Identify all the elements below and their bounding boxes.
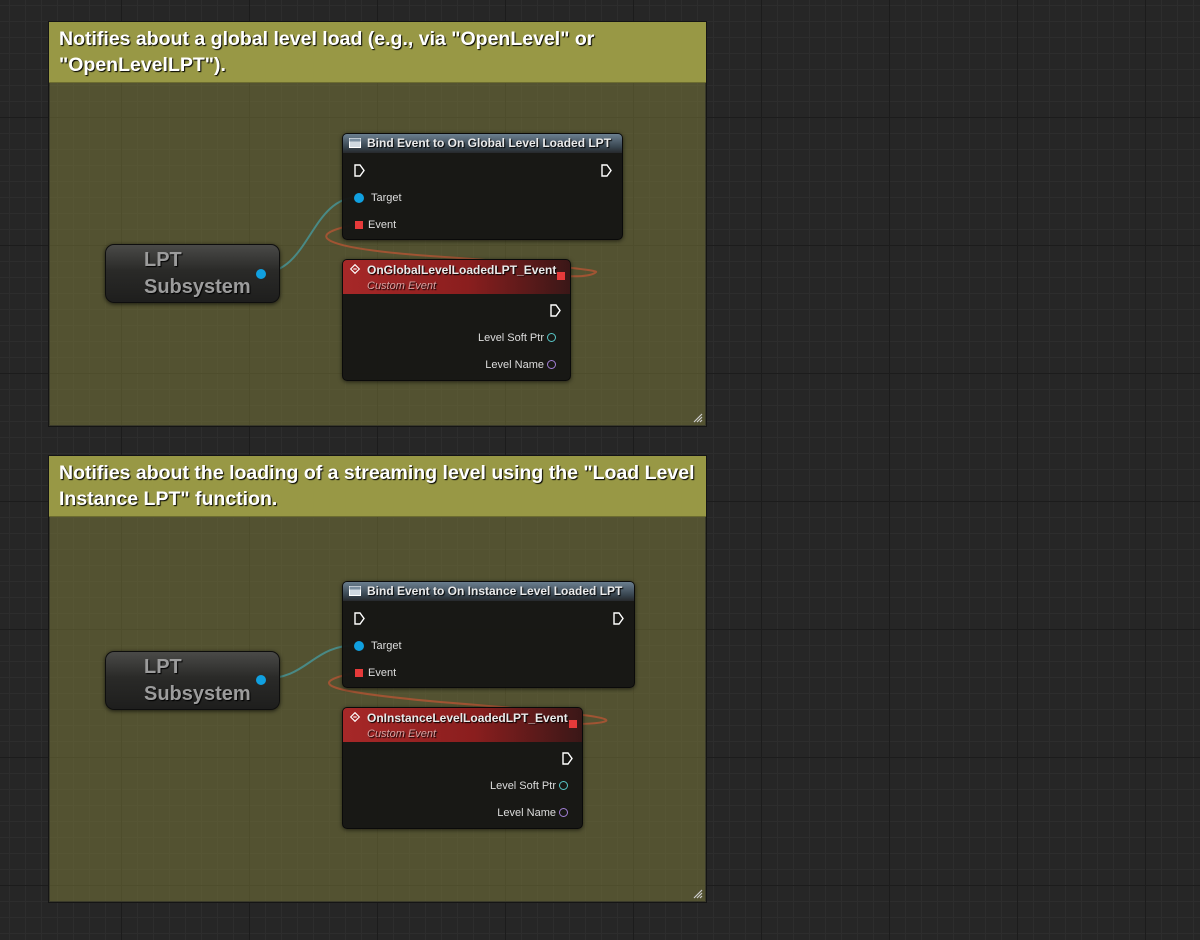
event-diamond-icon [349,712,361,722]
event-node-subtitle: Custom Event [367,728,437,740]
exec-in-pin[interactable] [354,612,365,625]
level-soft-ptr-label: Level Soft Ptr [477,332,544,344]
resize-grip-icon[interactable] [693,413,703,423]
bind-node-title: Bind Event to On Instance Level Loaded L… [367,584,623,598]
event-node-header: OnGlobalLevelLoadedLPT_Event Custom Even… [343,260,570,294]
comment-title[interactable]: Notifies about a global level load (e.g.… [49,22,706,83]
comment-title[interactable]: Notifies about the loading of a streamin… [49,456,706,517]
event-delegate-pin[interactable] [355,221,363,229]
bind-event-node[interactable]: Bind Event to On Instance Level Loaded L… [342,581,635,688]
target-pin-label: Target [371,192,402,204]
target-pin[interactable] [354,641,364,651]
exec-out-pin[interactable] [613,612,624,625]
exec-out-pin[interactable] [601,164,612,177]
event-delegate-out-pin[interactable] [569,720,577,728]
event-delegate-out-pin[interactable] [557,272,565,280]
function-icon [349,586,361,596]
level-soft-ptr-pin[interactable] [559,781,568,790]
bind-event-node[interactable]: Bind Event to On Global Level Loaded LPT… [342,133,623,240]
level-name-label: Level Name [485,359,544,371]
exec-in-pin[interactable] [354,164,365,177]
event-delegate-pin[interactable] [355,669,363,677]
event-node-title: OnInstanceLevelLoadedLPT_Event [367,711,568,725]
custom-event-node[interactable]: OnGlobalLevelLoadedLPT_Event Custom Even… [342,259,571,381]
subsystem-getter-node[interactable]: LPT Subsystem [105,651,280,710]
event-pin-label: Event [368,219,397,231]
subsystem-getter-node[interactable]: LPT Subsystem [105,244,280,303]
event-node-header: OnInstanceLevelLoadedLPT_Event Custom Ev… [343,708,582,742]
level-soft-ptr-pin[interactable] [547,333,556,342]
subsystem-label: LPT Subsystem [144,656,251,705]
event-pin-label: Event [368,667,397,679]
exec-out-pin[interactable] [550,304,561,317]
event-diamond-icon [349,264,361,274]
event-node-subtitle: Custom Event [367,280,437,292]
resize-grip-icon[interactable] [693,889,703,899]
subsystem-label: LPT Subsystem [144,249,251,298]
custom-event-node[interactable]: OnInstanceLevelLoadedLPT_Event Custom Ev… [342,707,583,829]
exec-out-pin[interactable] [562,752,573,765]
level-name-pin[interactable] [547,360,556,369]
bind-node-header: Bind Event to On Global Level Loaded LPT [343,134,622,153]
target-pin[interactable] [354,193,364,203]
function-icon [349,138,361,148]
bind-node-header: Bind Event to On Instance Level Loaded L… [343,582,634,601]
bind-node-title: Bind Event to On Global Level Loaded LPT [367,136,612,150]
subsystem-output-pin[interactable] [256,269,266,279]
level-name-label: Level Name [497,807,556,819]
level-name-pin[interactable] [559,808,568,817]
target-pin-label: Target [371,640,402,652]
event-node-title: OnGlobalLevelLoadedLPT_Event [367,263,557,277]
level-soft-ptr-label: Level Soft Ptr [489,780,556,792]
subsystem-output-pin[interactable] [256,675,266,685]
